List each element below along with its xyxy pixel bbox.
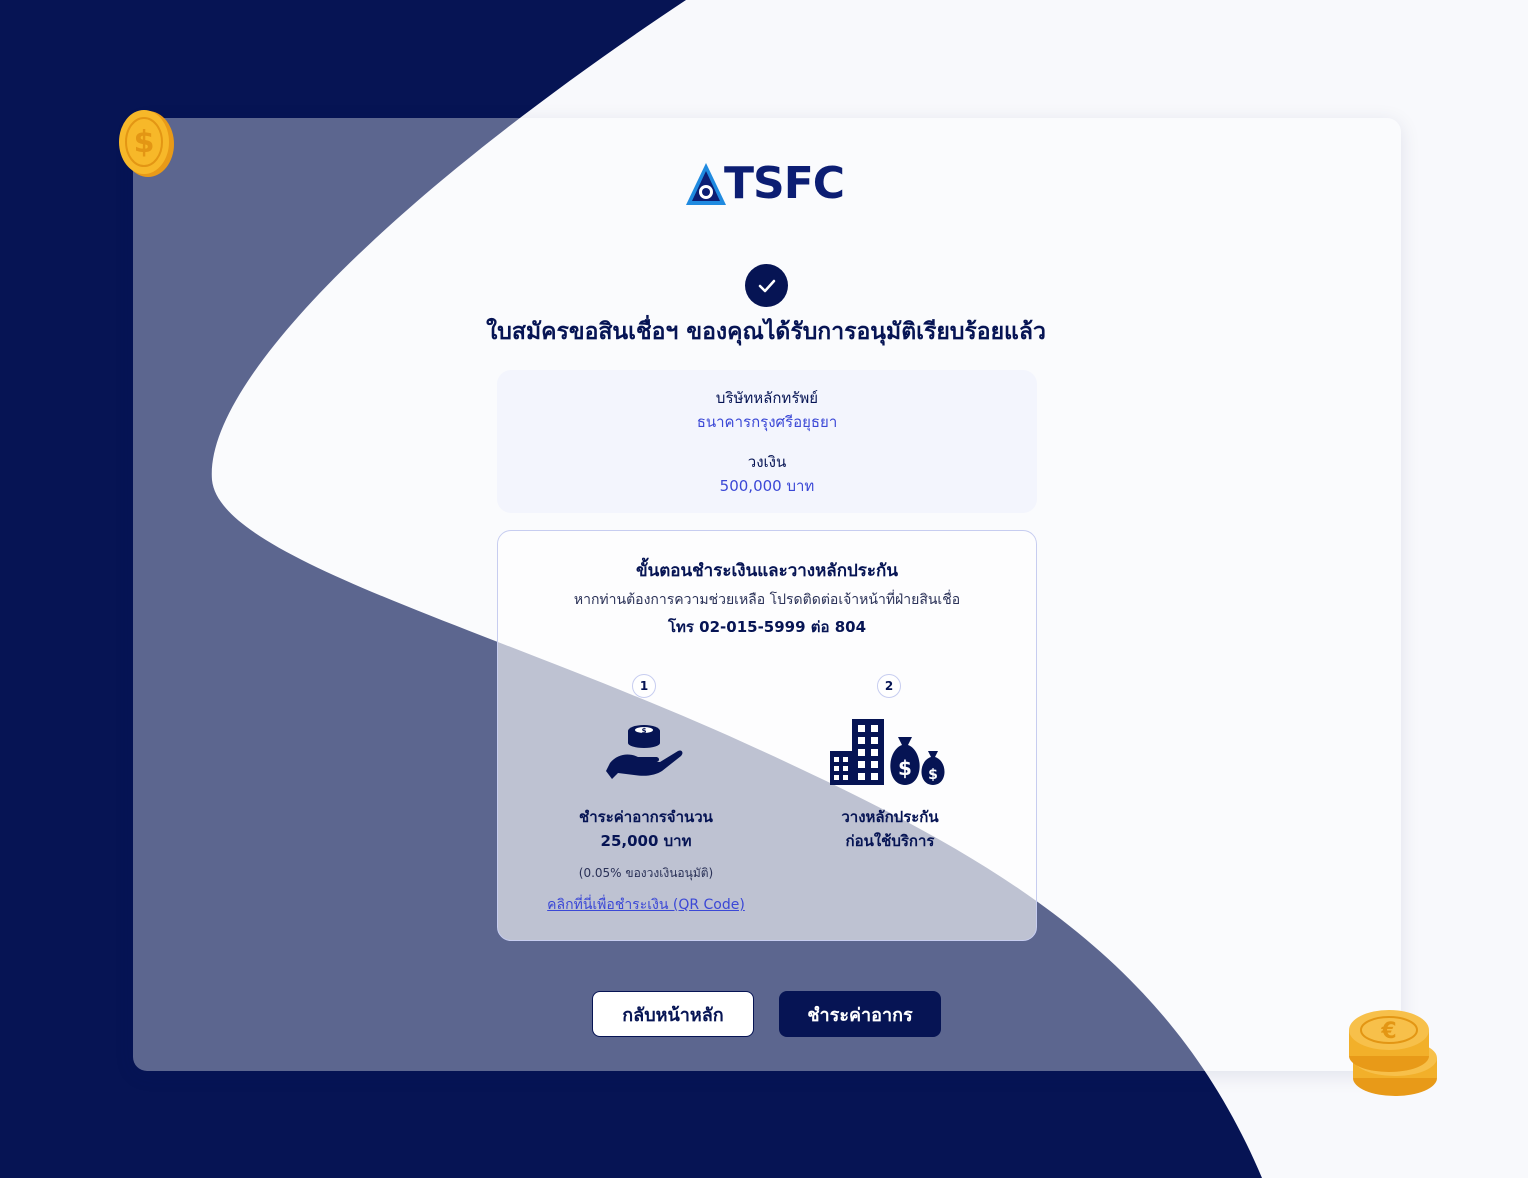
svg-text:$: $ [134,125,155,160]
svg-text:$: $ [642,727,647,735]
steps-title: ขั้นตอนชำระเงินและวางหลักประกัน [636,561,898,581]
step-number-badge: 2 [877,674,901,698]
payment-steps-box: ขั้นตอนชำระเงินและวางหลักประกัน หากท่านต… [497,530,1037,941]
back-to-home-button[interactable]: กลับหน้าหลัก [592,991,754,1037]
loan-summary-box: บริษัทหลักทรัพย์ ธนาคารกรุงศรีอยุธยา วงเ… [497,370,1037,513]
qr-payment-link[interactable]: คลิกที่นี่เพื่อชำระเงิน (QR Code) [516,894,776,916]
tsfc-logo: TSFC [684,158,854,210]
limit-value: 500,000 บาท [719,477,815,495]
svg-text:$: $ [928,767,938,783]
step1-line1: ชำระค่าอากรจำนวน [579,808,713,826]
coin-stack-icon: € [1349,1010,1437,1096]
coin-icon: $ [119,110,174,177]
pay-stamp-duty-button[interactable]: ชำระค่าอากร [779,991,941,1037]
company-value: ธนาคารกรุงศรีอยุธยา [696,413,838,431]
logo-text: TSFC [724,158,845,209]
building-money-bags-icon: $ $ [830,719,945,785]
approval-headline: ใบสมัครขอสินเชื่อฯ ของคุณได้รับการอนุมัต… [486,319,1046,345]
step2-line2: ก่อนใช้บริการ [845,832,935,850]
step1-note: (0.05% ของวงเงินอนุมัติ) [578,866,714,880]
steps-phone: โทร 02-015-5999 ต่อ 804 [667,618,867,636]
step2-line1: วางหลักประกัน [841,808,939,826]
step-number-badge: 1 [632,674,656,698]
step1-line2: 25,000 บาท [600,832,692,850]
logo-mark-icon [686,163,726,205]
hand-coins-icon: $ [606,725,683,779]
steps-help-text: หากท่านต้องการความช่วยเหลือ โปรดติดต่อเจ… [573,592,961,608]
company-label: บริษัทหลักทรัพย์ [715,389,819,407]
svg-text:$: $ [898,756,912,780]
limit-label: วงเงิน [747,453,787,471]
success-check-icon [745,264,788,307]
svg-text:€: € [1380,1019,1396,1044]
